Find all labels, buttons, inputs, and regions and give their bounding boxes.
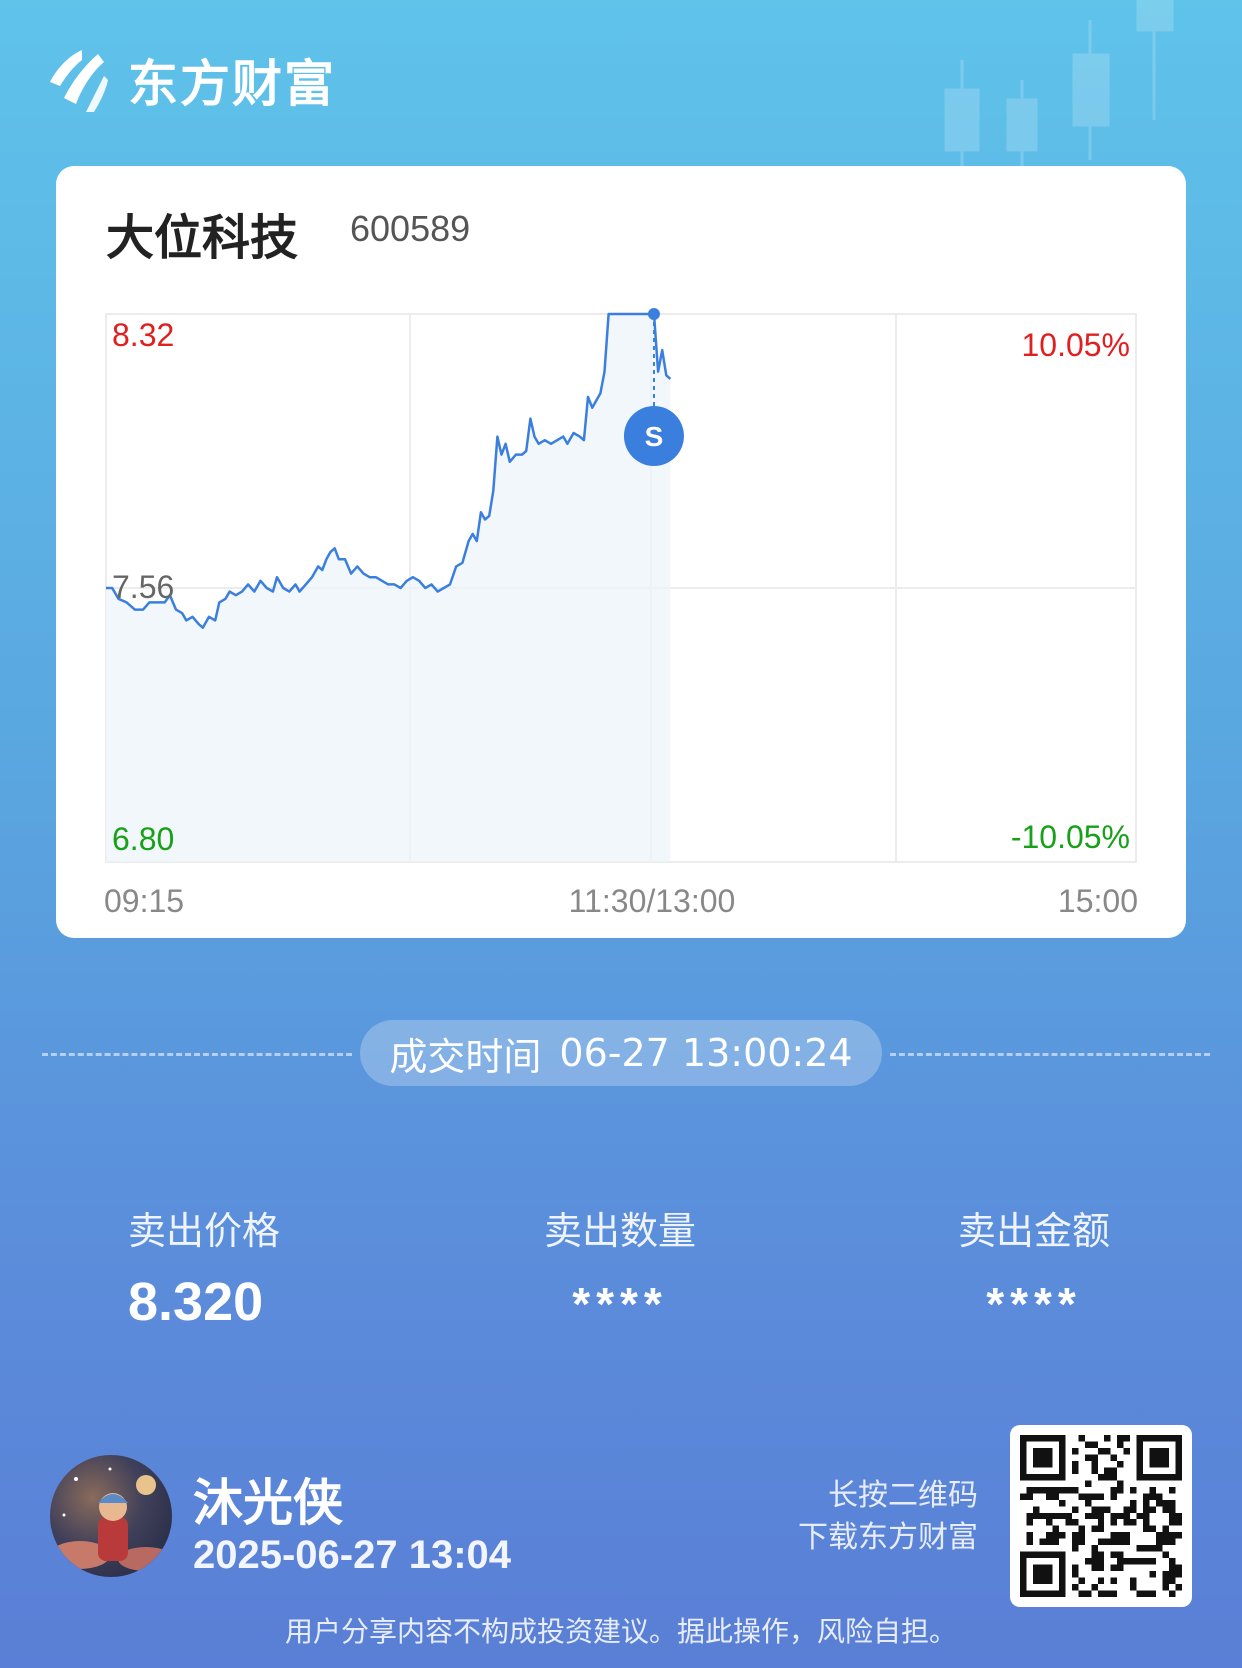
download-qr-code[interactable]	[1010, 1425, 1192, 1607]
eastmoney-logo-icon	[50, 50, 108, 112]
trade-time-label: 成交时间	[389, 1034, 542, 1079]
stat-label: 卖出数量	[543, 1209, 696, 1253]
trade-time-pill: 成交时间 06-27 13:00:24	[360, 1020, 882, 1086]
avatar[interactable]	[50, 1455, 172, 1577]
share-datetime: 2025-06-27 13:04	[193, 1533, 512, 1577]
qr-code-icon	[1020, 1435, 1182, 1597]
stat-value: ****	[572, 1278, 668, 1330]
trade-time-value: 06-27 13:00:24	[559, 1031, 853, 1075]
trade-time-row: 成交时间 06-27 13:00:24	[0, 1020, 1242, 1086]
y-tick-pct-high: 10.05%	[1021, 327, 1130, 363]
sell-marker-label: S	[645, 421, 664, 452]
stat-sell-price: 卖出价格 8.320	[128, 1200, 280, 1333]
stat-sell-amount: 卖出金额 ****	[934, 1200, 1134, 1331]
divider-right	[890, 1053, 1210, 1056]
y-tick-base: 7.56	[112, 569, 174, 605]
x-tick-midday: 11:30/13:00	[569, 883, 736, 919]
qr-hint-line2: 下载东方财富	[798, 1520, 978, 1555]
stat-label: 卖出价格	[128, 1209, 281, 1253]
x-tick-close: 15:00	[1058, 883, 1138, 919]
app-header: 东方财富	[48, 44, 336, 116]
y-tick-high: 8.32	[112, 317, 174, 353]
user-name: 沐光侠	[193, 1474, 343, 1532]
stat-value: ****	[986, 1278, 1082, 1330]
brand-name: 东方财富	[128, 55, 336, 113]
y-tick-pct-low: -10.05%	[1011, 819, 1130, 855]
stat-label: 卖出金额	[957, 1209, 1110, 1253]
intraday-price-chart: S 8.32 7.56 6.80 10.05% -10.05% 09:15 11…	[104, 308, 1138, 919]
stock-chart-card: 大位科技 600589 S 8.32 7.56 6.80 10.05% -10.…	[56, 166, 1186, 938]
disclaimer: 用户分享内容不构成投资建议。据此操作，风险自担。	[284, 1615, 957, 1648]
y-tick-low: 6.80	[112, 821, 174, 857]
stat-value: 8.320	[128, 1272, 264, 1332]
stat-sell-quantity: 卖出数量 ****	[520, 1200, 720, 1331]
sell-point-dot	[647, 308, 660, 320]
avatar-illustration-icon	[50, 1467, 172, 1571]
qr-hint: 长按二维码 下载东方财富	[798, 1475, 978, 1559]
qr-hint-line1: 长按二维码	[828, 1478, 978, 1513]
divider-left	[42, 1053, 352, 1056]
decorative-candlesticks	[944, 0, 1174, 170]
x-tick-open: 09:15	[104, 883, 184, 919]
